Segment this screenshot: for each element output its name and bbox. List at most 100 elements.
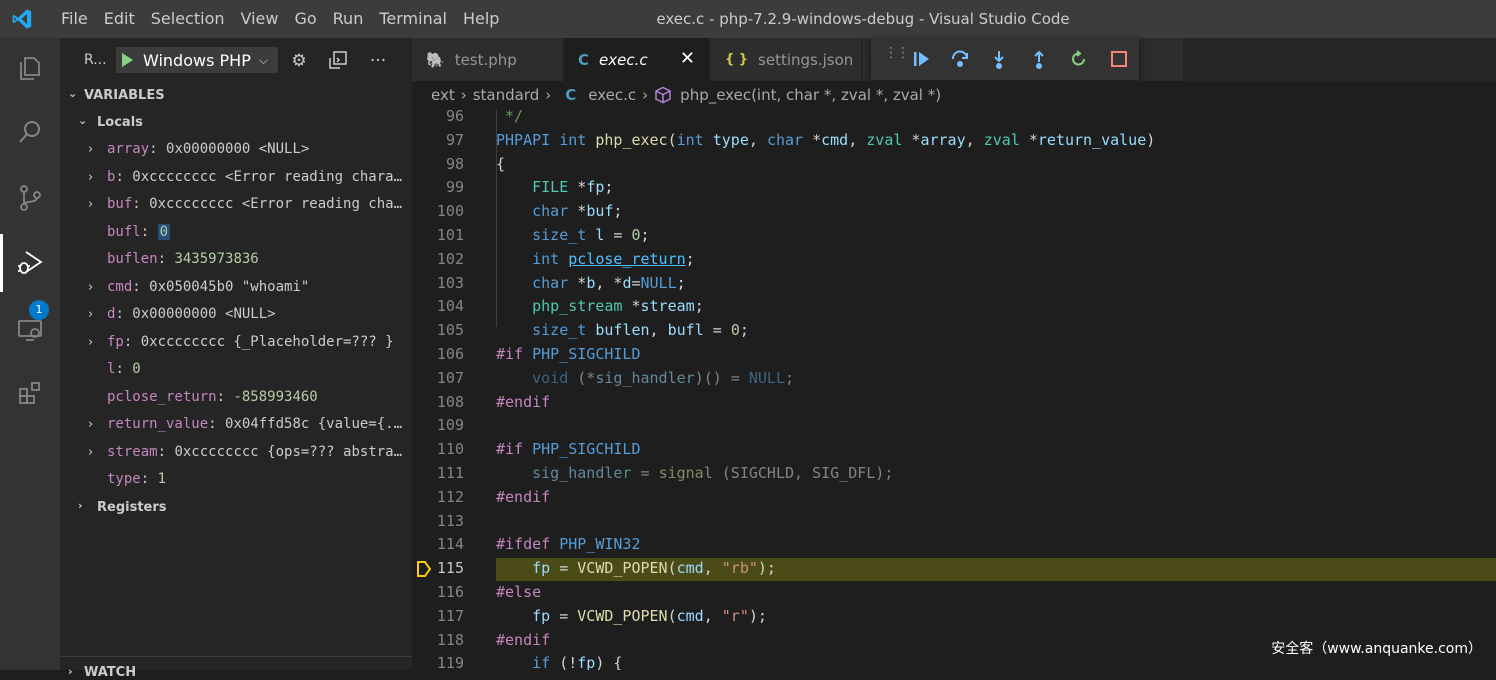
line-number[interactable]: 102 [412,250,464,268]
step-into-icon[interactable] [987,47,1011,71]
gear-icon[interactable]: ⚙ [288,50,310,72]
start-debugging-icon[interactable] [122,53,133,67]
variable-row[interactable]: › d: 0x00000000 <NULL> [60,301,412,328]
code-line[interactable]: #ifdef PHP_WIN32 [496,535,641,553]
code-line[interactable]: fp = VCWD_POPEN(cmd, "rb"); [496,559,776,577]
variable-value: 0 [157,223,171,240]
more-actions-icon[interactable]: ··· [367,50,389,72]
locals-scope[interactable]: ⌄ Locals [60,112,412,134]
code-line[interactable]: char *b, *d=NULL; [496,274,686,292]
code-line[interactable]: */ [496,109,523,125]
close-icon[interactable]: ✕ [680,48,695,69]
code-line[interactable]: size_t buflen, bufl = 0; [496,321,749,339]
code-line[interactable]: #else [496,583,541,601]
code-line[interactable]: fp = VCWD_POPEN(cmd, "r"); [496,607,767,625]
breadcrumb-file[interactable]: exec.c [588,86,636,104]
variable-row[interactable]: › cmd: 0x050045b0 "whoami" [60,274,412,301]
watch-section-header[interactable]: › WATCH [60,656,412,680]
variable-row[interactable]: ›stream: 0xcccccccc {ops=??? abstract=??… [60,439,412,466]
source-control-icon[interactable] [0,168,60,228]
variable-row[interactable]: ›b: 0xcccccccc <Error reading characters… [60,164,412,191]
line-number[interactable]: 98 [412,155,464,173]
chevron-right-icon: › [88,279,94,295]
line-number[interactable]: 114 [412,535,464,553]
variable-value: 0xcccccccc <Error reading characters of … [149,196,409,212]
code-line[interactable]: #endif [496,393,550,411]
variable-row[interactable]: › array: 0x00000000 <NULL> [60,136,412,163]
variables-section-header[interactable]: ⌄ VARIABLES [60,85,412,107]
variable-row[interactable]: pclose_return: -858993460 [60,384,412,411]
tab-settings-json[interactable]: { } settings.json [711,38,861,81]
code-line[interactable]: #if PHP_SIGCHILD [496,440,641,458]
line-number[interactable]: 99 [412,178,464,196]
watermark: 安全客（www.anquanke.com） [1271,641,1482,657]
variable-row[interactable]: ›return_value: 0x04ffd58c {value={...} u… [60,411,412,438]
variable-name: type [107,471,141,487]
tab-exec-c[interactable]: C exec.c ✕ [564,38,709,81]
code-line[interactable]: char *buf; [496,202,622,220]
code-line[interactable]: sig_handler = signal (SIGCHLD, SIG_DFL); [496,464,893,482]
line-number[interactable]: 115 [412,559,464,577]
variable-row[interactable]: bufl: 0 [60,219,412,246]
line-number[interactable]: 103 [412,274,464,292]
line-number[interactable]: 109 [412,416,464,434]
line-number[interactable]: 116 [412,583,464,601]
line-number[interactable]: 96 [412,109,464,125]
line-number[interactable]: 106 [412,345,464,363]
explorer-icon[interactable] [0,38,60,98]
json-icon: { } [725,52,749,67]
breadcrumb-standard[interactable]: standard [473,86,540,104]
variable-row[interactable]: ›buf: 0xcccccccc <Error reading characte… [60,191,412,218]
restart-icon[interactable] [1067,47,1091,71]
variable-row[interactable]: type: 1 [60,466,412,493]
chevron-right-icon: › [88,142,94,157]
code-line[interactable]: #endif [496,631,550,649]
line-number[interactable]: 104 [412,297,464,315]
line-number[interactable]: 119 [412,654,464,670]
code-line[interactable]: php_stream *stream; [496,297,704,315]
line-number[interactable]: 112 [412,488,464,506]
line-number[interactable]: 111 [412,464,464,482]
line-number[interactable]: 101 [412,226,464,244]
variable-row[interactable]: l: 0 [60,356,412,383]
code-line[interactable]: FILE *fp; [496,178,613,196]
line-number[interactable]: 97 [412,131,464,149]
line-number[interactable]: 108 [412,393,464,411]
chevron-down-icon: ⌵ [258,52,268,67]
debug-console-icon[interactable] [327,50,349,72]
code-line[interactable]: #endif [496,488,550,506]
line-number[interactable]: 117 [412,607,464,625]
line-number[interactable]: 110 [412,440,464,458]
line-number[interactable]: 100 [412,202,464,220]
title-bar: File Edit Selection View Go Run Terminal… [0,0,1496,38]
code-line[interactable]: PHPAPI int php_exec(int type, char *cmd,… [496,131,1155,149]
search-icon[interactable] [0,102,60,162]
tab-test-php[interactable]: 🐘 test.php [412,38,562,81]
remote-explorer-icon[interactable] [0,300,60,360]
code-line[interactable]: if (!fp) { [496,654,622,670]
step-out-icon[interactable] [1027,47,1051,71]
variable-row[interactable]: › fp: 0xcccccccc {_Placeholder=??? } [60,329,412,356]
variable-value: -858993460 [233,388,318,405]
code-line[interactable]: int pclose_return; [496,250,695,268]
code-line[interactable]: #if PHP_SIGCHILD [496,345,641,363]
breadcrumb-ext[interactable]: ext [431,86,455,104]
breadcrumb-function[interactable]: php_exec(int, char *, zval *, zval *) [680,86,941,104]
launch-config-select[interactable]: Windows PHP ⌵ [116,47,278,73]
step-over-icon[interactable] [948,47,972,71]
line-number[interactable]: 105 [412,321,464,339]
grip-icon[interactable]: ⋮⋮ [884,46,910,60]
extensions-icon[interactable] [0,363,60,423]
continue-icon[interactable] [909,47,933,71]
registers-scope[interactable]: › Registers [60,497,412,519]
code-line[interactable]: size_t l = 0; [496,226,649,244]
line-number[interactable]: 113 [412,512,464,530]
line-number[interactable]: 118 [412,631,464,649]
code-editor[interactable]: 96 97 98 99 100 101 102 103 104 105 106 107 108 109 11… [412,109,1496,670]
line-number[interactable]: 107 [412,369,464,387]
variable-row[interactable]: buflen: 3435973836 [60,246,412,273]
run-debug-icon[interactable] [0,233,60,293]
code-line[interactable]: void (*sig_handler)() = NULL; [496,369,794,387]
stop-icon[interactable] [1107,47,1131,71]
code-line[interactable]: { [496,155,505,173]
